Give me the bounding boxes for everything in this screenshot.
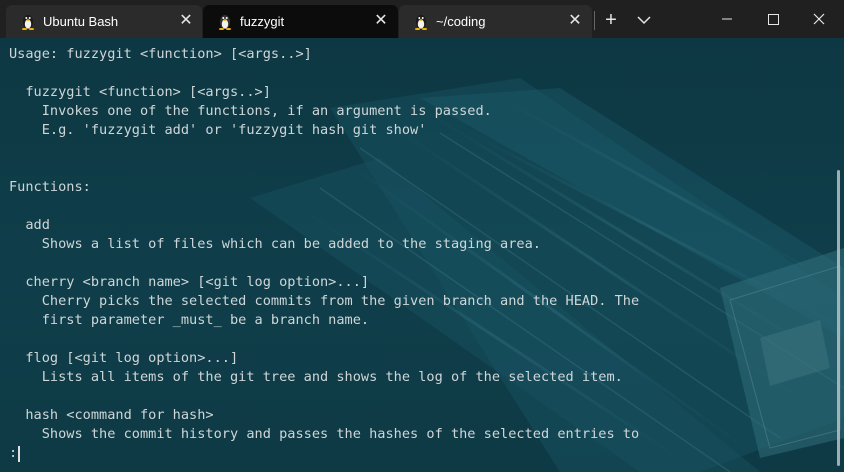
terminal-line: flog [<git log option>...]: [9, 350, 239, 366]
terminal-line: Functions:: [9, 179, 91, 195]
tux-icon: [218, 15, 232, 30]
terminal-line: add: [9, 217, 50, 233]
prompt-text: :: [9, 445, 18, 461]
scrollbar[interactable]: [837, 170, 840, 466]
terminal-line: cherry <branch name> [<git log option>..…: [9, 274, 370, 290]
tab-coding[interactable]: ~/coding ✕: [399, 5, 592, 38]
tux-icon: [21, 15, 35, 30]
pager-prompt[interactable]: :: [9, 444, 639, 463]
terminal-line: Cherry picks the selected commits from t…: [9, 293, 640, 309]
terminal-line: fuzzygit <function> [<args..>]: [9, 84, 271, 100]
terminal-line: Invokes one of the functions, if an argu…: [9, 103, 492, 119]
chevron-down-icon[interactable]: [634, 9, 654, 31]
terminal-line: Shows a list of files which can be added…: [9, 236, 541, 252]
close-icon[interactable]: [796, 0, 842, 38]
close-tab-button[interactable]: ✕: [176, 11, 196, 31]
terminal-line: Shows the commit history and passes the …: [9, 426, 640, 442]
maximize-icon[interactable]: [750, 0, 796, 38]
tab-label: fuzzygit: [240, 14, 285, 29]
text-cursor: [18, 445, 21, 462]
close-tab-button[interactable]: ✕: [371, 11, 391, 31]
title-bar: Ubuntu Bash ✕ fuzzygit ✕ ~/coding ✕ +: [0, 0, 844, 38]
tab-label: ~/coding: [436, 14, 486, 29]
close-tab-button[interactable]: ✕: [565, 11, 585, 31]
terminal-line: hash <command for hash>: [9, 407, 214, 423]
tab-label: Ubuntu Bash: [43, 14, 119, 29]
terminal-pane[interactable]: Usage: fuzzygit <function> [<args..>] fu…: [0, 38, 844, 472]
minimize-icon[interactable]: [704, 0, 750, 38]
terminal-line: Lists all items of the git tree and show…: [9, 369, 623, 385]
tab-fuzzygit[interactable]: fuzzygit ✕: [203, 5, 398, 38]
new-tab-button[interactable]: +: [600, 9, 622, 31]
terminal-line: Usage: fuzzygit <function> [<args..>]: [9, 46, 312, 62]
terminal-line: E.g. 'fuzzygit add' or 'fuzzygit hash gi…: [9, 122, 427, 138]
terminal-line: first parameter _must_ be a branch name.: [9, 312, 370, 328]
tab-ubuntu-bash[interactable]: Ubuntu Bash ✕: [6, 5, 202, 38]
terminal-output: Usage: fuzzygit <function> [<args..>] fu…: [9, 45, 639, 463]
tab-separator: [594, 11, 595, 30]
tux-icon: [414, 15, 428, 30]
